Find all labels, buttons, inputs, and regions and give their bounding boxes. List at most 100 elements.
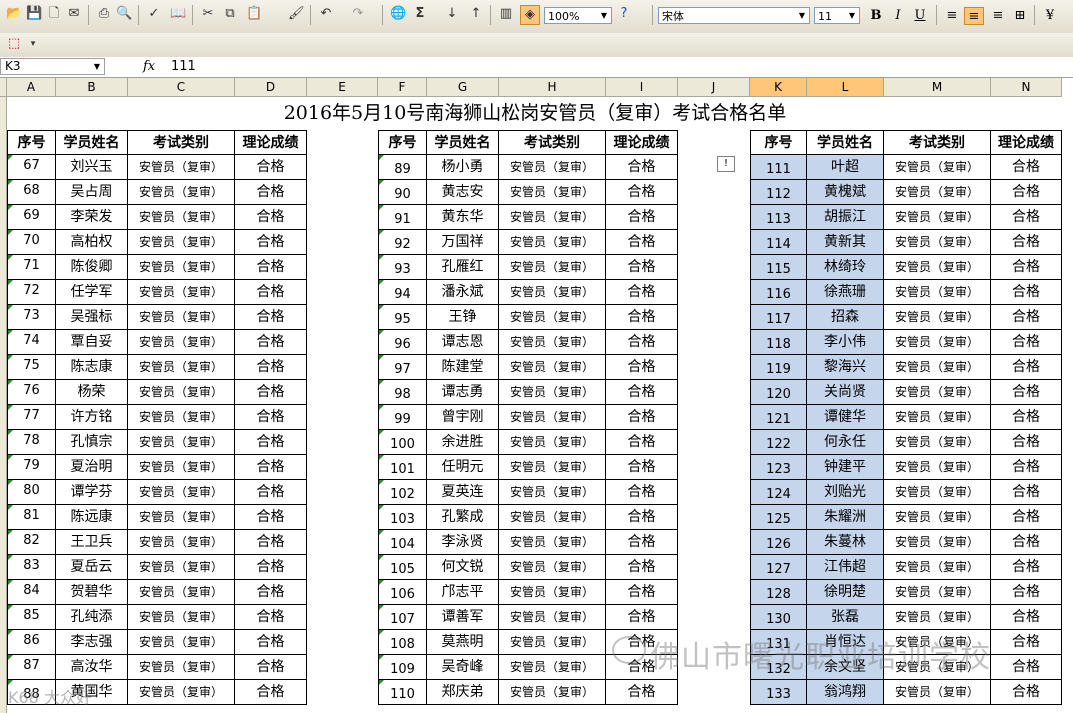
exam-category[interactable]: 安管员（复审） bbox=[884, 605, 991, 630]
trainee-name[interactable]: 李志强 bbox=[56, 630, 128, 655]
row-number[interactable]: 71 bbox=[7, 255, 56, 280]
trainee-name[interactable]: 王铮 bbox=[427, 305, 499, 330]
trainee-name[interactable]: 余进胜 bbox=[427, 430, 499, 455]
exam-category[interactable]: 安管员（复审） bbox=[128, 180, 235, 205]
trainee-name[interactable]: 王卫兵 bbox=[56, 530, 128, 555]
exam-category[interactable]: 安管员（复审） bbox=[128, 555, 235, 580]
theory-grade[interactable]: 合格 bbox=[235, 180, 307, 205]
theory-grade[interactable]: 合格 bbox=[991, 455, 1062, 480]
theory-grade[interactable]: 合格 bbox=[235, 555, 307, 580]
bold-button[interactable]: B bbox=[866, 7, 886, 25]
select-all-corner[interactable] bbox=[0, 78, 7, 97]
row-number[interactable]: 116 bbox=[750, 280, 807, 305]
exam-category[interactable]: 安管员（复审） bbox=[128, 655, 235, 680]
row-number[interactable]: 108 bbox=[378, 630, 427, 655]
trainee-name[interactable]: 刘兴玉 bbox=[56, 155, 128, 180]
theory-grade[interactable]: 合格 bbox=[606, 155, 678, 180]
trainee-name[interactable]: 黄槐斌 bbox=[807, 180, 884, 205]
column-header-e[interactable]: E bbox=[307, 78, 378, 97]
row-number[interactable]: 72 bbox=[7, 280, 56, 305]
column-title[interactable]: 考试类别 bbox=[128, 130, 235, 155]
trainee-name[interactable]: 李小伟 bbox=[807, 330, 884, 355]
row-number[interactable]: 130 bbox=[750, 605, 807, 630]
row-number[interactable]: 119 bbox=[750, 355, 807, 380]
theory-grade[interactable]: 合格 bbox=[606, 180, 678, 205]
theory-grade[interactable]: 合格 bbox=[235, 205, 307, 230]
exam-category[interactable]: 安管员（复审） bbox=[884, 505, 991, 530]
trainee-name[interactable]: 黄东华 bbox=[427, 205, 499, 230]
row-number[interactable]: 89 bbox=[378, 155, 427, 180]
function-icon[interactable]: fx bbox=[143, 58, 155, 75]
trainee-name[interactable]: 覃自妥 bbox=[56, 330, 128, 355]
trainee-name[interactable]: 胡振江 bbox=[807, 205, 884, 230]
exam-category[interactable]: 安管员（复审） bbox=[499, 480, 606, 505]
exam-category[interactable]: 安管员（复审） bbox=[884, 205, 991, 230]
exam-category[interactable]: 安管员（复审） bbox=[128, 205, 235, 230]
column-title[interactable]: 学员姓名 bbox=[427, 130, 499, 155]
exam-category[interactable]: 安管员（复审） bbox=[128, 330, 235, 355]
row-number[interactable]: 127 bbox=[750, 555, 807, 580]
row-number[interactable]: 113 bbox=[750, 205, 807, 230]
row-number[interactable]: 117 bbox=[750, 305, 807, 330]
theory-grade[interactable]: 合格 bbox=[606, 355, 678, 380]
trainee-name[interactable]: 谭志恩 bbox=[427, 330, 499, 355]
row-number[interactable]: 115 bbox=[750, 255, 807, 280]
column-header-f[interactable]: F bbox=[378, 78, 427, 97]
theory-grade[interactable]: 合格 bbox=[606, 605, 678, 630]
theory-grade[interactable]: 合格 bbox=[606, 205, 678, 230]
row-number[interactable]: 81 bbox=[7, 505, 56, 530]
research-icon[interactable]: 📖 bbox=[170, 5, 186, 23]
exam-category[interactable]: 安管员（复审） bbox=[499, 230, 606, 255]
exam-category[interactable]: 安管员（复审） bbox=[499, 305, 606, 330]
column-header-k[interactable]: K bbox=[750, 78, 807, 97]
row-number[interactable]: 96 bbox=[378, 330, 427, 355]
exam-category[interactable]: 安管员（复审） bbox=[499, 680, 606, 705]
toolbar-options-icon[interactable]: ▾ bbox=[28, 35, 38, 53]
row-number[interactable]: 76 bbox=[7, 380, 56, 405]
theory-grade[interactable]: 合格 bbox=[606, 455, 678, 480]
exam-category[interactable]: 安管员（复审） bbox=[499, 655, 606, 680]
row-number[interactable]: 111 bbox=[750, 155, 807, 180]
theory-grade[interactable]: 合格 bbox=[235, 480, 307, 505]
cut-icon[interactable]: ✂ bbox=[200, 5, 216, 23]
exam-category[interactable]: 安管员（复审） bbox=[884, 530, 991, 555]
name-box[interactable]: K3 ▼ bbox=[0, 58, 105, 75]
trainee-name[interactable]: 陈远康 bbox=[56, 505, 128, 530]
trainee-name[interactable]: 黄志安 bbox=[427, 180, 499, 205]
theory-grade[interactable]: 合格 bbox=[606, 305, 678, 330]
column-title[interactable]: 理论成绩 bbox=[991, 130, 1062, 155]
exam-category[interactable]: 安管员（复审） bbox=[128, 230, 235, 255]
email-icon[interactable]: ✉ bbox=[66, 5, 82, 23]
column-header-g[interactable]: G bbox=[427, 78, 499, 97]
trainee-name[interactable]: 谭健华 bbox=[807, 405, 884, 430]
align-center-icon[interactable]: ≡ bbox=[964, 7, 984, 25]
print-icon[interactable]: ⎙ bbox=[96, 5, 112, 23]
theory-grade[interactable]: 合格 bbox=[991, 405, 1062, 430]
theory-grade[interactable]: 合格 bbox=[606, 255, 678, 280]
trainee-name[interactable]: 潘永斌 bbox=[427, 280, 499, 305]
redo-icon[interactable]: ↷ bbox=[350, 5, 366, 23]
theory-grade[interactable]: 合格 bbox=[991, 205, 1062, 230]
open-folder-icon[interactable]: 📂 bbox=[6, 5, 22, 23]
row-number[interactable]: 112 bbox=[750, 180, 807, 205]
trainee-name[interactable]: 朱蔓林 bbox=[807, 530, 884, 555]
theory-grade[interactable]: 合格 bbox=[606, 280, 678, 305]
trainee-name[interactable]: 关尚贤 bbox=[807, 380, 884, 405]
row-number[interactable]: 123 bbox=[750, 455, 807, 480]
exam-category[interactable]: 安管员（复审） bbox=[884, 180, 991, 205]
trainee-name[interactable]: 张磊 bbox=[807, 605, 884, 630]
trainee-name[interactable]: 招森 bbox=[807, 305, 884, 330]
theory-grade[interactable]: 合格 bbox=[991, 580, 1062, 605]
drawing-icon[interactable]: ◈ bbox=[520, 5, 540, 25]
theory-grade[interactable]: 合格 bbox=[235, 530, 307, 555]
trainee-name[interactable]: 贺碧华 bbox=[56, 580, 128, 605]
row-number[interactable]: 80 bbox=[7, 480, 56, 505]
theory-grade[interactable]: 合格 bbox=[991, 280, 1062, 305]
trainee-name[interactable]: 万国祥 bbox=[427, 230, 499, 255]
row-number[interactable]: 126 bbox=[750, 530, 807, 555]
theory-grade[interactable]: 合格 bbox=[606, 330, 678, 355]
row-number[interactable]: 73 bbox=[7, 305, 56, 330]
row-number[interactable]: 99 bbox=[378, 405, 427, 430]
exam-category[interactable]: 安管员（复审） bbox=[499, 180, 606, 205]
theory-grade[interactable]: 合格 bbox=[991, 380, 1062, 405]
